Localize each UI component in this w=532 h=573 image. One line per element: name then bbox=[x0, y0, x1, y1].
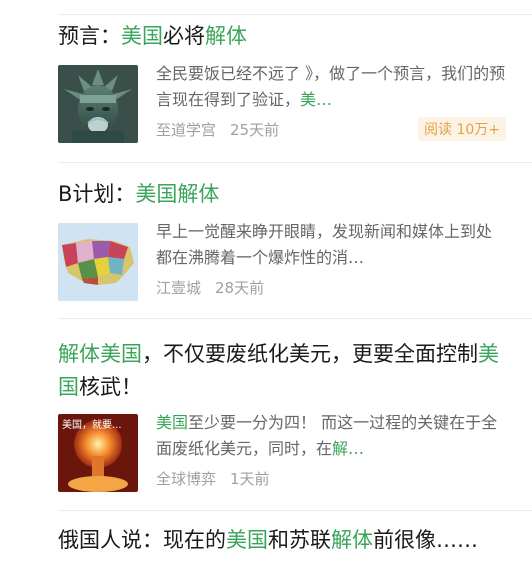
title-part: 美国 bbox=[121, 24, 163, 48]
title-part: B计划： bbox=[58, 182, 136, 206]
publish-time: 28天前 bbox=[215, 279, 265, 297]
title-part: 前很像…… bbox=[373, 528, 478, 552]
article-snippet: 早上一觉醒来睁开眼睛，发现新闻和媒体上到处都在沸腾着一个爆炸性的消… bbox=[156, 219, 506, 271]
statue-of-liberty-icon[interactable] bbox=[58, 65, 138, 143]
article-item-3[interactable]: 解体美国，不仅要废纸化美元，更要全面控制美国核武！ 美国，就要... 美国至少要… bbox=[58, 338, 506, 492]
thumb-overlay-text: 美国，就要... bbox=[62, 418, 122, 431]
read-count-badge: 阅读 10万+ bbox=[418, 117, 506, 141]
article-title[interactable]: B计划：美国解体 bbox=[58, 178, 506, 211]
author-name[interactable]: 江壹城 bbox=[156, 279, 201, 297]
snippet-part: 至少要一分为四！ 而这一过程的关键在于全面废纸化美元，同时，在 bbox=[156, 413, 498, 458]
author-name[interactable]: 全球博弈 bbox=[156, 470, 216, 488]
title-part: 美国解体 bbox=[135, 182, 220, 206]
nuclear-explosion-icon[interactable]: 美国，就要... bbox=[58, 414, 138, 492]
top-divider bbox=[58, 14, 532, 15]
article-meta: 全球博弈 1天前 bbox=[156, 468, 284, 489]
article-title[interactable]: 预言：美国必将解体 bbox=[58, 20, 506, 53]
title-part: 预言： bbox=[58, 24, 121, 48]
article-title[interactable]: 解体美国，不仅要废纸化美元，更要全面控制美国核武！ bbox=[58, 338, 506, 404]
title-part: 美国 bbox=[226, 528, 268, 552]
article-item-4[interactable]: 俄国人说：现在的美国和苏联解体前很像…… bbox=[58, 524, 506, 557]
snippet-part: 美国 bbox=[156, 413, 189, 432]
title-part: ，不仅要废纸化美元，更要全面控制 bbox=[142, 342, 478, 366]
article-title[interactable]: 俄国人说：现在的美国和苏联解体前很像…… bbox=[58, 524, 506, 557]
divider bbox=[58, 318, 532, 319]
divider bbox=[58, 510, 532, 511]
title-part: 解体 bbox=[205, 24, 247, 48]
divider bbox=[58, 162, 532, 163]
title-part: 解体 bbox=[58, 342, 100, 366]
title-part: 俄国人说：现在的 bbox=[58, 528, 226, 552]
article-snippet: 美国至少要一分为四！ 而这一过程的关键在于全面废纸化美元，同时，在解… bbox=[156, 410, 506, 462]
article-item-2[interactable]: B计划：美国解体 早上一觉醒来睁开眼睛，发现新闻和媒体上到处都在沸腾着一个爆炸性… bbox=[58, 178, 506, 301]
snippet-part: 早上一觉醒来睁开眼睛，发现新闻和媒体上到处都在沸腾着一个爆炸性的消… bbox=[156, 222, 493, 267]
snippet-part: 解… bbox=[332, 439, 365, 458]
article-meta: 江壹城 28天前 bbox=[156, 277, 278, 298]
publish-time: 25天前 bbox=[230, 121, 280, 139]
author-name[interactable]: 至道学宫 bbox=[156, 121, 216, 139]
article-snippet: 全民要饭已经不远了 》，做了一个预言，我们的预言现在得到了验证，美… bbox=[156, 61, 506, 113]
usa-map-icon[interactable] bbox=[58, 223, 138, 301]
title-part: 美国 bbox=[100, 342, 142, 366]
article-meta: 至道学宫 25天前 bbox=[156, 119, 293, 140]
title-part: 解体 bbox=[331, 528, 373, 552]
snippet-part: 美… bbox=[300, 90, 333, 109]
publish-time: 1天前 bbox=[230, 470, 270, 488]
title-part: 必将 bbox=[163, 24, 205, 48]
title-part: 和苏联 bbox=[268, 528, 331, 552]
title-part: 核武！ bbox=[79, 375, 142, 399]
article-item-1[interactable]: 预言：美国必将解体 全民要饭已经不远了 》，做了一个预言，我们的预言现在得到了验… bbox=[58, 20, 506, 143]
